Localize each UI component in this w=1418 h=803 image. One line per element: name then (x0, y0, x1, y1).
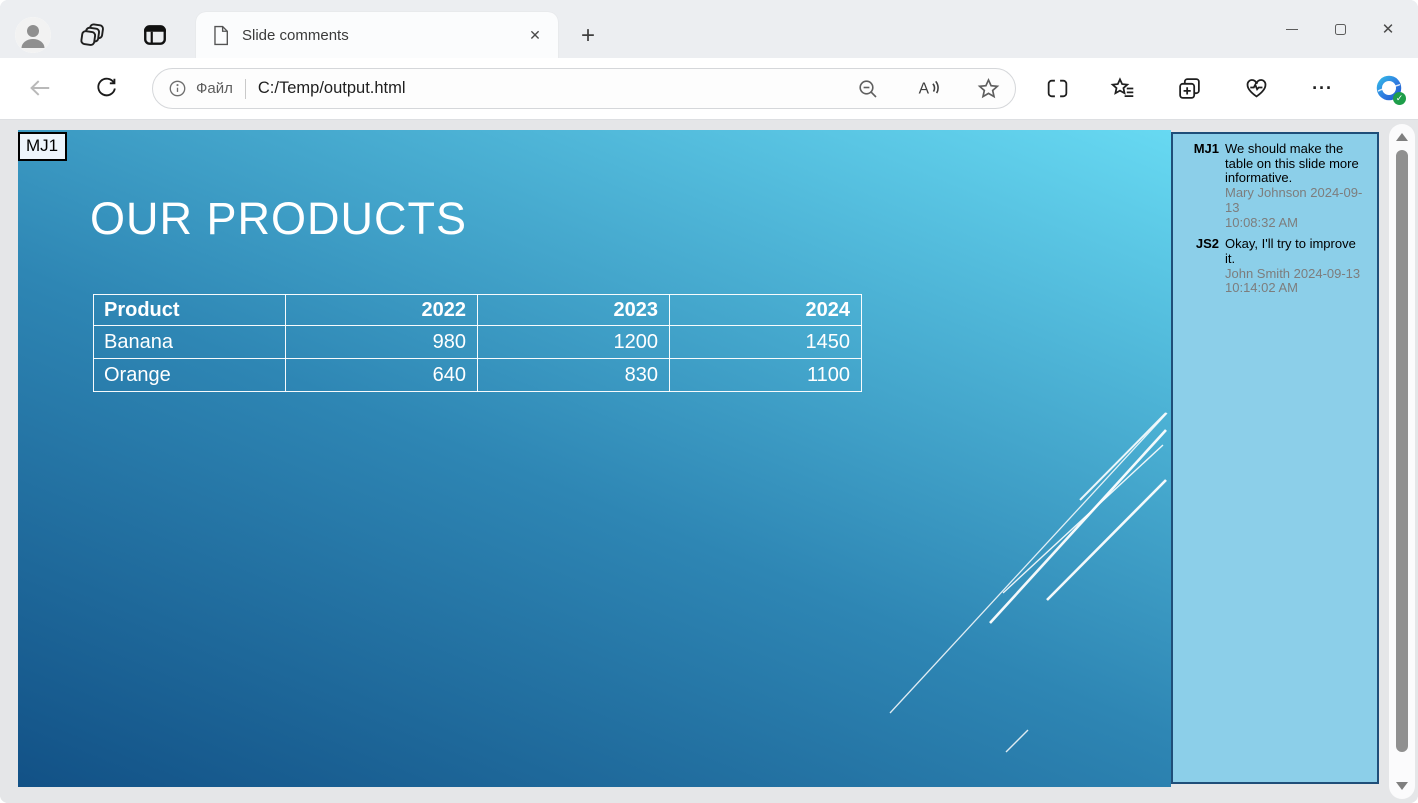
scrollbar-thumb[interactable] (1396, 150, 1408, 752)
navigation-toolbar: Файл C:/Temp/output.html A (0, 58, 1418, 120)
table-row: Orange6408301100 (94, 359, 862, 392)
table-value-cell: 640 (286, 359, 478, 392)
reload-button[interactable] (86, 68, 126, 108)
page-document-icon (212, 25, 229, 46)
comment-marker-anchor[interactable]: MJ1 (18, 132, 67, 161)
site-info-icon[interactable] (168, 79, 187, 98)
table-header-cell: Product (94, 295, 286, 326)
tab-strip: Slide comments ✕ + ✕ (0, 0, 1418, 58)
comment-item: JS2Okay, I'll try to improveit.John Smit… (1185, 237, 1373, 296)
tab-title: Slide comments (242, 27, 522, 44)
back-button[interactable] (20, 68, 60, 108)
browser-tab[interactable]: Slide comments ✕ (196, 12, 558, 58)
split-screen-button[interactable] (1038, 69, 1076, 107)
comments-list: MJ1We should make thetable on this slide… (1185, 142, 1373, 296)
window-controls: ✕ (1268, 10, 1412, 48)
url-text[interactable]: C:/Temp/output.html (258, 79, 406, 98)
close-icon: ✕ (1382, 20, 1395, 38)
address-bar[interactable]: Файл C:/Temp/output.html A (152, 68, 1016, 109)
table-value-cell: 830 (478, 359, 670, 392)
tab-actions-icon (142, 22, 168, 48)
user-avatar-icon (15, 17, 51, 53)
protocol-label: Файл (196, 80, 233, 97)
back-arrow-icon (27, 75, 53, 101)
favorites-button[interactable] (1104, 69, 1142, 107)
close-window-button[interactable]: ✕ (1364, 10, 1412, 48)
table-row: Banana98012001450 (94, 326, 862, 359)
collections-icon (1177, 76, 1202, 101)
table-value-cell: 1100 (670, 359, 862, 392)
reload-icon (94, 76, 119, 101)
comment-text: We should make thetable on this slide mo… (1225, 142, 1371, 186)
diagonal-lines-decoration (838, 400, 1171, 787)
essentials-check-badge: ✓ (1393, 92, 1406, 105)
slide-table-body: Banana98012001450Orange6408301100 (94, 326, 862, 392)
settings-more-button[interactable]: ··· (1304, 69, 1342, 107)
comment-body: We should make thetable on this slide mo… (1225, 142, 1371, 230)
more-menu-icon: ··· (1312, 78, 1333, 99)
svg-text:A: A (918, 81, 929, 98)
slide-table-head: Product202220232024 (94, 295, 862, 326)
comment-badge: MJ1 (1185, 142, 1219, 230)
minimize-icon (1286, 29, 1298, 30)
address-divider (245, 79, 246, 99)
split-screen-icon (1045, 76, 1070, 101)
browser-essentials-icon (1244, 76, 1269, 101)
slide-table: Product202220232024 Banana98012001450Ora… (93, 294, 862, 392)
slide-title: OUR PRODUCTS (90, 193, 467, 245)
comment-item: MJ1We should make thetable on this slide… (1185, 142, 1373, 230)
maximize-icon (1335, 24, 1346, 35)
table-header-cell: 2024 (670, 295, 862, 326)
browser-window: Slide comments ✕ + ✕ (0, 0, 1418, 803)
tab-actions-button[interactable] (137, 17, 173, 53)
table-value-cell: 980 (286, 326, 478, 359)
comment-badge: JS2 (1185, 237, 1219, 296)
table-header-row: Product202220232024 (94, 295, 862, 326)
read-aloud-button[interactable]: A (909, 70, 947, 108)
browser-essentials-button[interactable]: ✓ (1237, 69, 1275, 107)
workspaces-icon (79, 22, 106, 49)
maximize-button[interactable] (1316, 10, 1364, 48)
collections-button[interactable] (1171, 69, 1209, 107)
table-value-cell: 1200 (478, 326, 670, 359)
favorites-list-icon (1110, 75, 1136, 101)
comment-body: Okay, I'll try to improveit.John Smith 2… (1225, 237, 1371, 296)
table-product-cell: Banana (94, 326, 286, 359)
page-content: OUR PRODUCTS Product202220232024 Banana9… (0, 120, 1418, 803)
zoom-out-icon (856, 77, 880, 101)
vertical-scrollbar[interactable] (1389, 124, 1415, 799)
tab-close-button[interactable]: ✕ (522, 22, 548, 48)
toolbar-actions: ✓ ··· (1038, 68, 1408, 108)
profile-avatar[interactable] (15, 17, 51, 53)
slide-canvas: OUR PRODUCTS Product202220232024 Banana9… (18, 130, 1171, 787)
favorite-star-icon (976, 76, 1001, 101)
scroll-down-arrow-icon[interactable] (1396, 782, 1408, 790)
minimize-button[interactable] (1268, 10, 1316, 48)
comment-author: John Smith 2024-09-1310:14:02 AM (1225, 267, 1371, 296)
comments-panel: MJ1We should make thetable on this slide… (1171, 132, 1379, 784)
zoom-out-button[interactable] (849, 70, 887, 108)
comment-author: Mary Johnson 2024-09-1310:08:32 AM (1225, 186, 1371, 230)
comment-text: Okay, I'll try to improveit. (1225, 237, 1371, 266)
workspaces-button[interactable] (74, 17, 110, 53)
table-value-cell: 1450 (670, 326, 862, 359)
scroll-up-arrow-icon[interactable] (1396, 133, 1408, 141)
favorite-this-page-button[interactable] (969, 70, 1007, 108)
read-aloud-icon: A (916, 76, 941, 101)
table-header-cell: 2022 (286, 295, 478, 326)
table-header-cell: 2023 (478, 295, 670, 326)
new-tab-button[interactable]: + (572, 20, 604, 52)
table-product-cell: Orange (94, 359, 286, 392)
